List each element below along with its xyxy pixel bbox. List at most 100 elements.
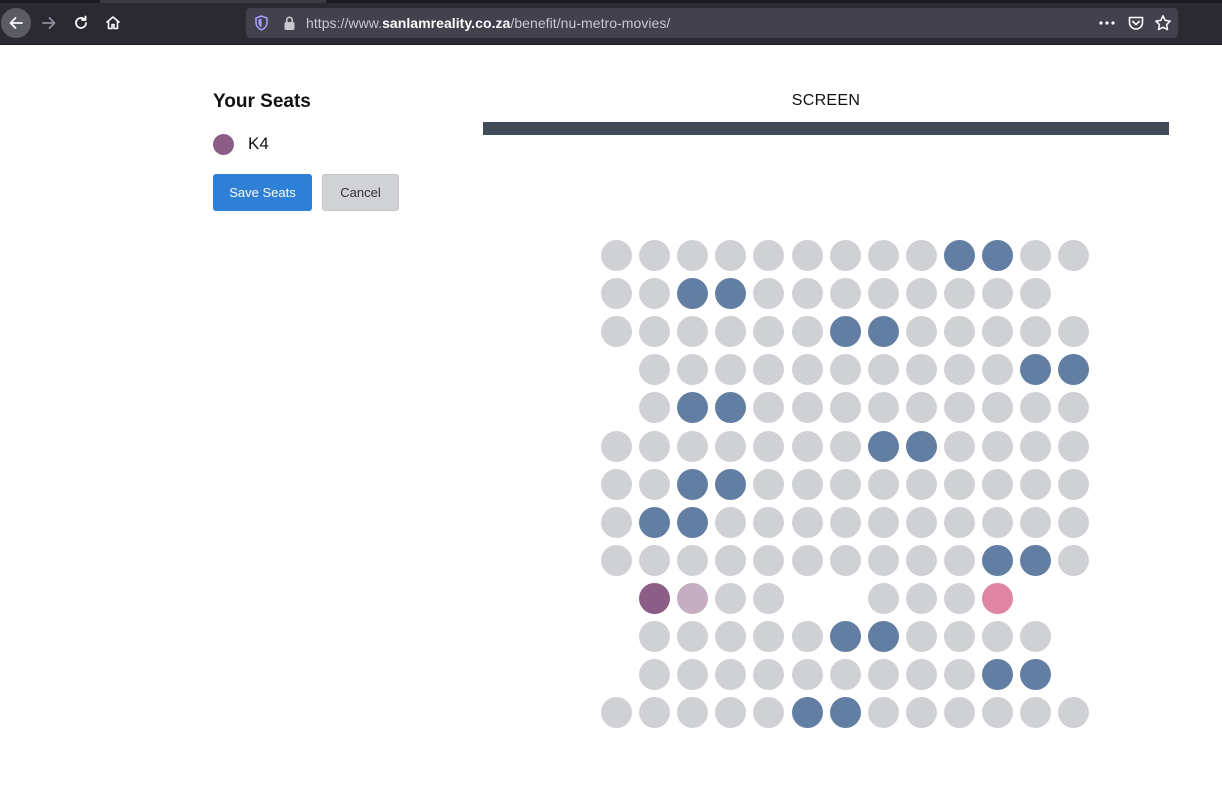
seat-available[interactable] [830, 431, 861, 462]
seat-available[interactable] [1058, 392, 1089, 423]
reload-button[interactable] [66, 8, 96, 38]
seat-available[interactable] [753, 583, 784, 614]
shield-icon[interactable] [254, 15, 269, 31]
seat-available[interactable] [830, 545, 861, 576]
seat-available[interactable] [1058, 316, 1089, 347]
seat-available[interactable] [944, 316, 975, 347]
url-text[interactable]: https://www.sanlamreality.co.za/benefit/… [306, 15, 670, 31]
back-button[interactable] [1, 8, 31, 38]
seat-available[interactable] [906, 278, 937, 309]
seat-available[interactable] [715, 431, 746, 462]
seat-available[interactable] [944, 278, 975, 309]
seat-available[interactable] [906, 697, 937, 728]
seat-available[interactable] [677, 545, 708, 576]
seat-available[interactable] [830, 469, 861, 500]
seat-available[interactable] [792, 621, 823, 652]
seat-available[interactable] [906, 621, 937, 652]
seat-available[interactable] [868, 392, 899, 423]
pocket-icon[interactable] [1127, 14, 1145, 32]
forward-button[interactable] [34, 8, 64, 38]
seat-available[interactable] [944, 469, 975, 500]
seat-available[interactable] [639, 392, 670, 423]
seat-available[interactable] [753, 431, 784, 462]
seat-available[interactable] [906, 316, 937, 347]
seat-available[interactable] [1058, 431, 1089, 462]
seat-available[interactable] [715, 659, 746, 690]
seat-available[interactable] [1058, 697, 1089, 728]
seat-available[interactable] [1058, 507, 1089, 538]
seat-available[interactable] [868, 697, 899, 728]
seat-available[interactable] [868, 354, 899, 385]
seat-available[interactable] [639, 621, 670, 652]
seat-available[interactable] [753, 240, 784, 271]
seat-available[interactable] [1020, 469, 1051, 500]
seat-available[interactable] [715, 240, 746, 271]
seat-available[interactable] [677, 354, 708, 385]
seat-available[interactable] [639, 354, 670, 385]
seat-available[interactable] [1020, 621, 1051, 652]
seat-available[interactable] [982, 621, 1013, 652]
seat-available[interactable] [944, 392, 975, 423]
seat-selected[interactable] [639, 583, 670, 614]
seat-available[interactable] [868, 469, 899, 500]
seat-available[interactable] [906, 659, 937, 690]
seat-available[interactable] [792, 507, 823, 538]
seat-available[interactable] [601, 697, 632, 728]
seat-available[interactable] [982, 392, 1013, 423]
seat-available[interactable] [1020, 697, 1051, 728]
seat-available[interactable] [639, 316, 670, 347]
seat-available[interactable] [753, 316, 784, 347]
seat-special[interactable] [982, 583, 1013, 614]
seat-available[interactable] [753, 469, 784, 500]
seat-available[interactable] [715, 583, 746, 614]
seat-available[interactable] [677, 316, 708, 347]
seat-available[interactable] [792, 431, 823, 462]
seat-available[interactable] [715, 545, 746, 576]
seat-available[interactable] [601, 240, 632, 271]
seat-selected-adjacent[interactable] [677, 583, 708, 614]
seat-available[interactable] [715, 697, 746, 728]
seat-available[interactable] [639, 431, 670, 462]
seat-available[interactable] [982, 278, 1013, 309]
seat-available[interactable] [792, 545, 823, 576]
seat-available[interactable] [715, 507, 746, 538]
seat-available[interactable] [982, 316, 1013, 347]
seat-available[interactable] [830, 240, 861, 271]
seat-available[interactable] [830, 278, 861, 309]
seat-available[interactable] [906, 240, 937, 271]
seat-available[interactable] [868, 278, 899, 309]
seat-available[interactable] [792, 659, 823, 690]
seat-available[interactable] [792, 469, 823, 500]
seat-available[interactable] [1020, 278, 1051, 309]
seat-available[interactable] [753, 659, 784, 690]
seat-available[interactable] [982, 507, 1013, 538]
seat-available[interactable] [677, 697, 708, 728]
seat-available[interactable] [944, 354, 975, 385]
seat-available[interactable] [677, 621, 708, 652]
seat-available[interactable] [944, 583, 975, 614]
seat-available[interactable] [753, 278, 784, 309]
seat-available[interactable] [1020, 507, 1051, 538]
seat-available[interactable] [639, 697, 670, 728]
seat-available[interactable] [792, 392, 823, 423]
seat-available[interactable] [639, 469, 670, 500]
seat-available[interactable] [601, 469, 632, 500]
seat-available[interactable] [868, 507, 899, 538]
more-actions-icon[interactable] [1098, 16, 1116, 30]
seat-available[interactable] [792, 354, 823, 385]
seat-available[interactable] [601, 316, 632, 347]
home-button[interactable] [98, 8, 128, 38]
seat-available[interactable] [944, 431, 975, 462]
seat-available[interactable] [982, 431, 1013, 462]
seat-available[interactable] [715, 354, 746, 385]
seat-available[interactable] [715, 621, 746, 652]
seat-available[interactable] [1058, 240, 1089, 271]
seat-available[interactable] [868, 583, 899, 614]
cancel-button[interactable]: Cancel [322, 174, 399, 211]
seat-available[interactable] [753, 507, 784, 538]
seat-available[interactable] [906, 354, 937, 385]
seat-available[interactable] [1058, 545, 1089, 576]
seat-available[interactable] [982, 697, 1013, 728]
seat-available[interactable] [677, 659, 708, 690]
seat-available[interactable] [944, 621, 975, 652]
